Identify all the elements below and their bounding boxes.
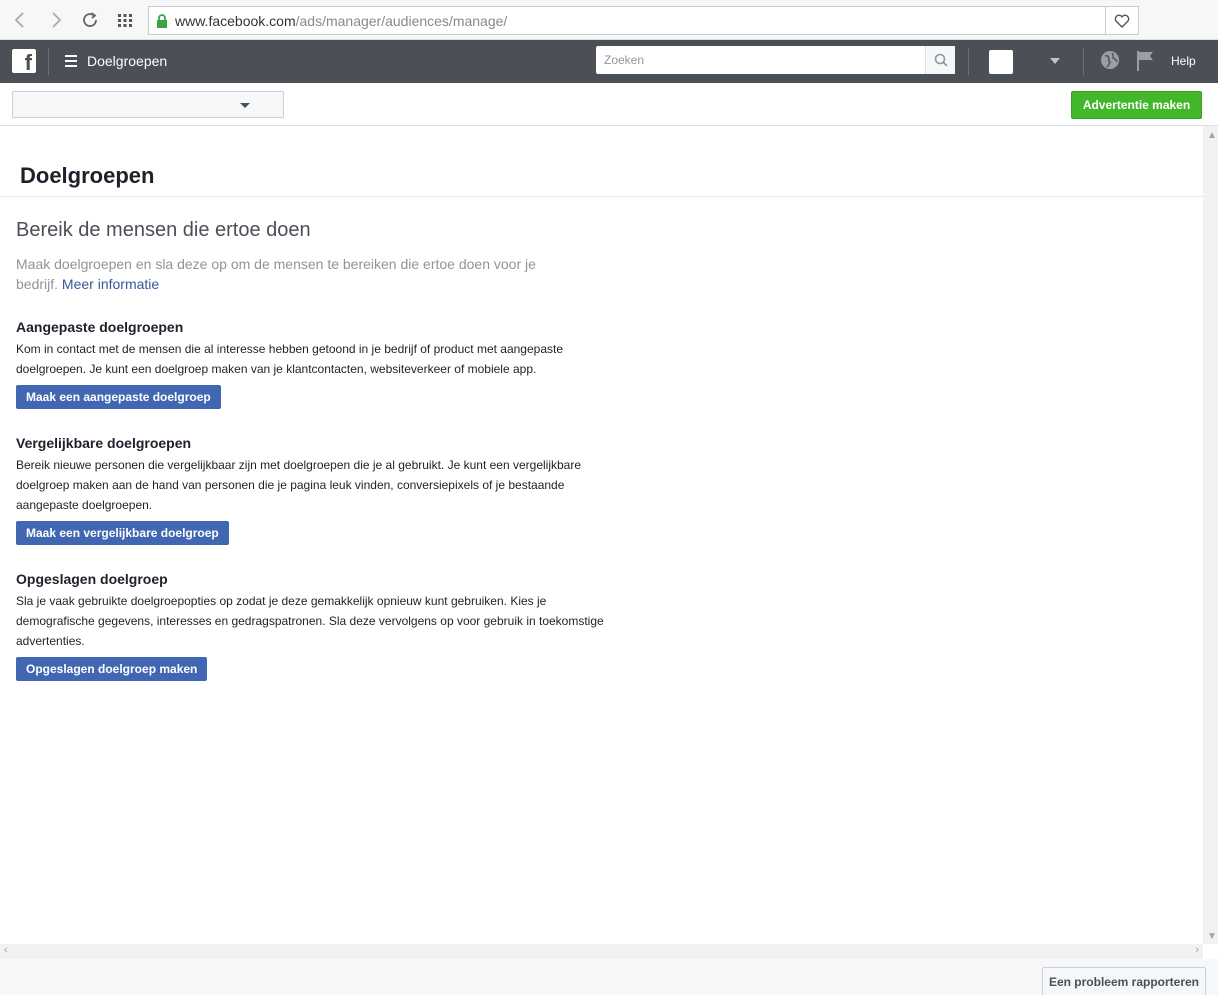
intro-text: Maak doelgroepen en sla deze op om de me… xyxy=(16,254,576,294)
globe-icon[interactable] xyxy=(1100,50,1120,75)
section-description: Sla je vaak gebruikte doelgroepopties op… xyxy=(16,594,604,648)
divider xyxy=(968,48,969,75)
vertical-scrollbar[interactable]: ▲ ▼ xyxy=(1203,126,1218,944)
section-description: Bereik nieuwe personen die vergelijkbaar… xyxy=(16,458,582,512)
forward-icon[interactable] xyxy=(44,8,68,32)
search-input[interactable] xyxy=(596,46,925,74)
create-custom-audience-button[interactable]: Maak een aangepaste doelgroep xyxy=(16,385,221,409)
address-bar[interactable]: www.facebook.com/ads/manager/audiences/m… xyxy=(148,6,1139,35)
back-icon[interactable] xyxy=(8,8,32,32)
create-saved-audience-button[interactable]: Opgeslagen doelgroep maken xyxy=(16,657,208,681)
page-title: Doelgroepen xyxy=(20,163,155,188)
account-dropdown-icon[interactable] xyxy=(1050,58,1060,64)
scroll-down-icon[interactable]: ▼ xyxy=(1207,931,1217,942)
ad-account-select[interactable] xyxy=(12,91,284,118)
divider xyxy=(48,48,49,75)
custom-audiences-section: Aangepaste doelgroepen Kom in contact me… xyxy=(16,319,616,409)
reload-icon[interactable] xyxy=(78,8,102,32)
report-problem-button[interactable]: Een probleem rapporteren xyxy=(1042,967,1206,995)
url-text: www.facebook.com/ads/manager/audiences/m… xyxy=(175,12,508,29)
lock-icon xyxy=(149,13,175,28)
learn-more-link[interactable]: Meer informatie xyxy=(62,276,159,292)
section-title: Vergelijkbare doelgroepen xyxy=(16,435,192,451)
flag-icon[interactable] xyxy=(1135,50,1155,77)
horizontal-scrollbar[interactable]: ‹ › xyxy=(0,944,1203,959)
scroll-up-icon[interactable]: ▲ xyxy=(1207,130,1217,141)
section-title: Aangepaste doelgroepen xyxy=(16,319,184,335)
search-icon[interactable] xyxy=(925,46,955,74)
account-toolbar: Advertentie maken xyxy=(0,83,1218,126)
section-title: Opgeslagen doelgroep xyxy=(16,571,168,587)
create-ad-button[interactable]: Advertentie maken xyxy=(1071,91,1202,119)
search-box xyxy=(596,46,955,74)
scroll-right-icon[interactable]: › xyxy=(1195,944,1199,956)
divider xyxy=(0,196,1203,197)
create-lookalike-audience-button[interactable]: Maak een vergelijkbare doelgroep xyxy=(16,521,229,545)
help-link[interactable]: Help xyxy=(1171,54,1196,68)
footer-area xyxy=(0,959,1218,995)
speed-dial-icon[interactable] xyxy=(113,8,137,32)
lookalike-audiences-section: Vergelijkbare doelgroepen Bereik nieuwe … xyxy=(16,435,616,545)
bookmark-heart-icon[interactable] xyxy=(1105,7,1138,34)
facebook-logo[interactable]: f xyxy=(12,49,36,73)
intro-heading: Bereik de mensen die ertoe doen xyxy=(16,219,311,241)
chevron-down-icon xyxy=(240,103,250,108)
saved-audience-section: Opgeslagen doelgroep Sla je vaak gebruik… xyxy=(16,571,616,681)
account-avatar[interactable] xyxy=(989,50,1013,74)
scroll-left-icon[interactable]: ‹ xyxy=(4,944,8,956)
tool-title[interactable]: Doelgroepen xyxy=(87,53,167,69)
divider xyxy=(1083,48,1084,75)
section-description: Kom in contact met de mensen die al inte… xyxy=(16,342,564,376)
top-navigation-bar: f Doelgroepen Help xyxy=(0,40,1218,83)
hamburger-menu-icon[interactable] xyxy=(65,55,77,67)
browser-toolbar: www.facebook.com/ads/manager/audiences/m… xyxy=(0,0,1218,40)
